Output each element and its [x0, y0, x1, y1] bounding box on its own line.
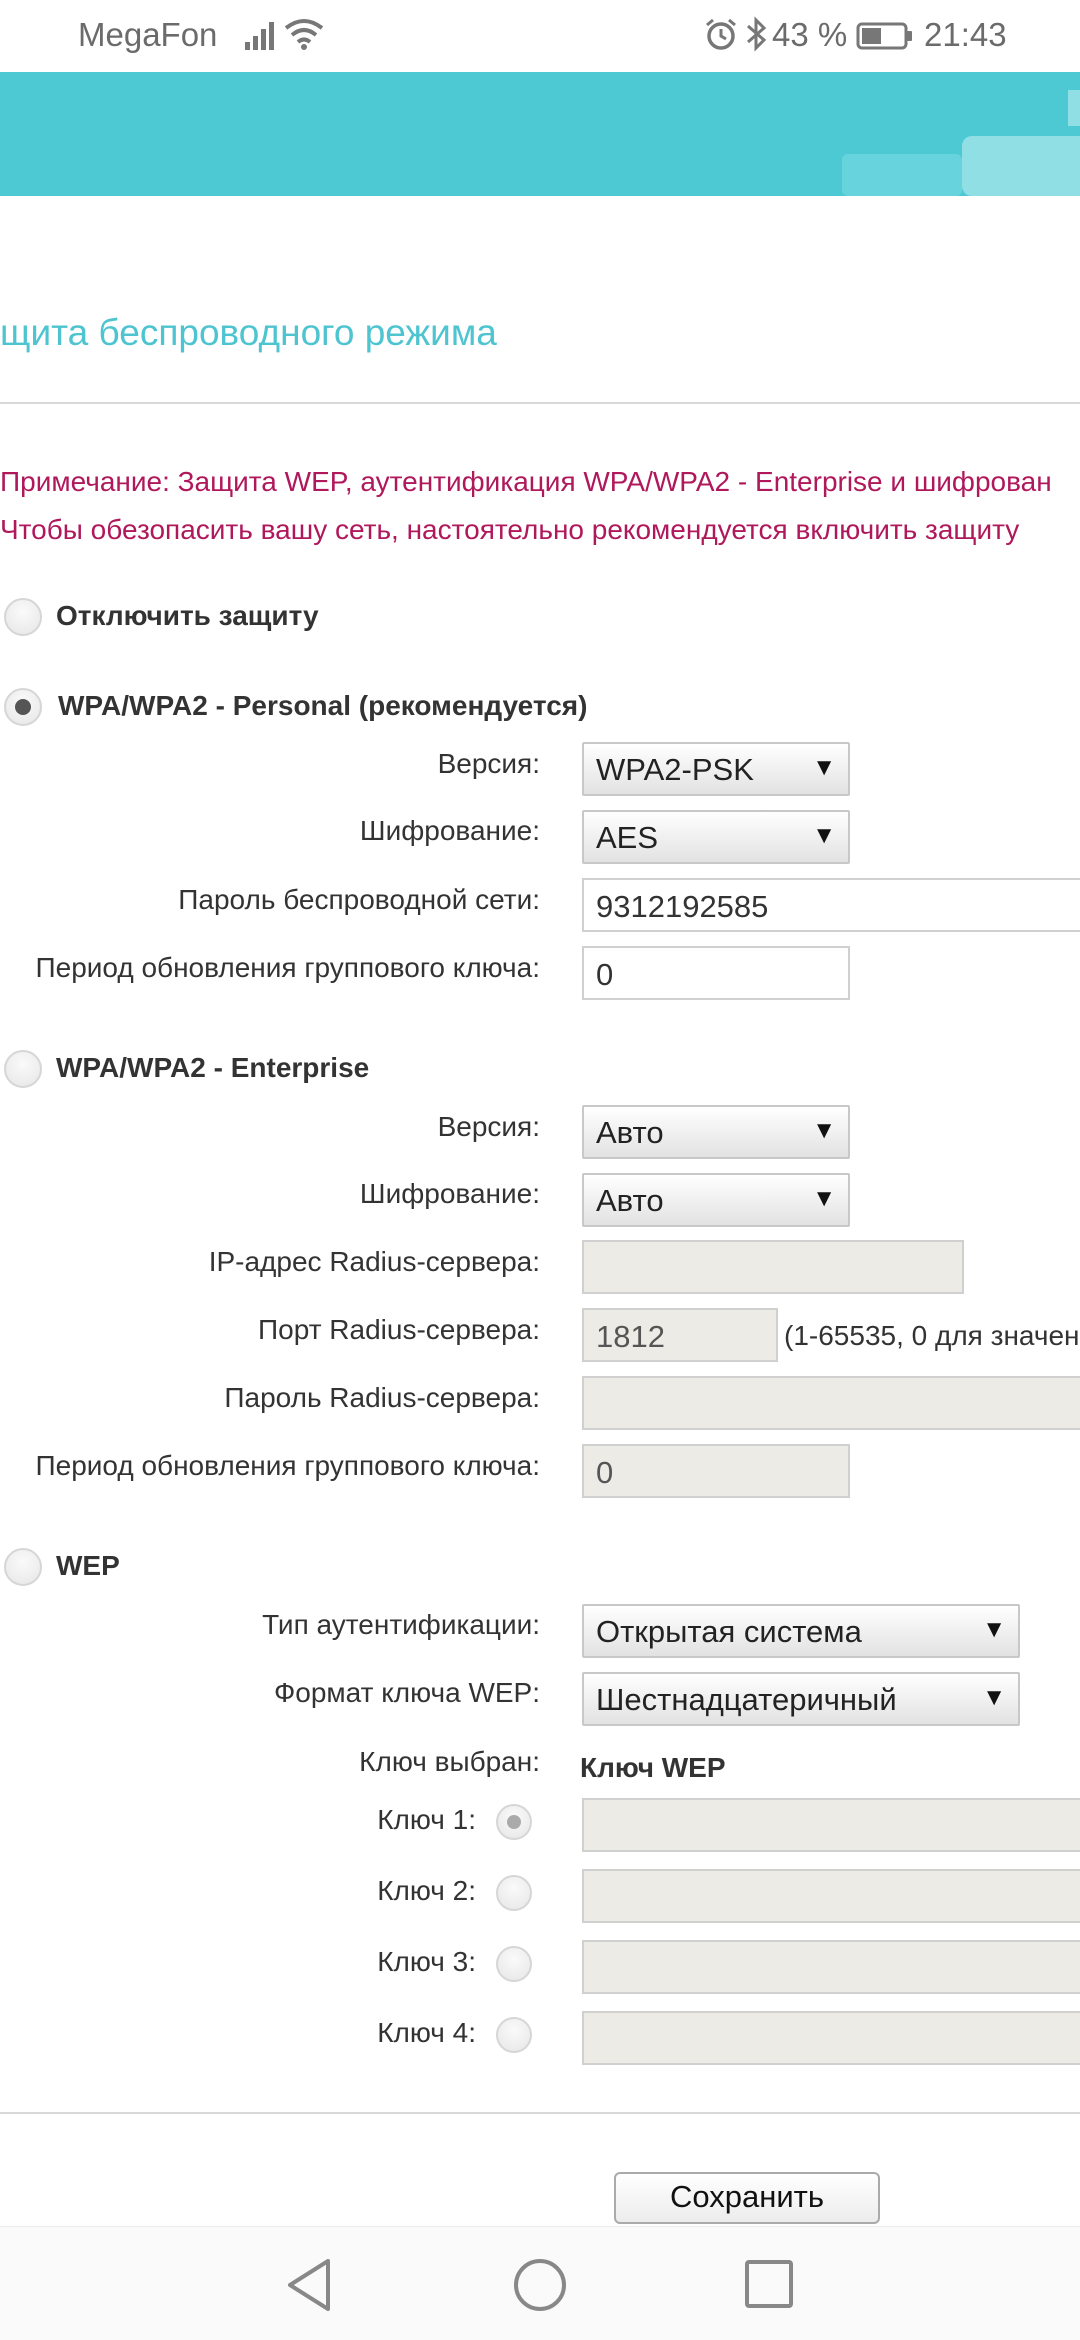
label-key-format: Формат ключа WEP: — [273, 1677, 540, 1708]
wep-key-2-input[interactable] — [582, 1869, 1080, 1923]
label-wep-key-1: Ключ 1: — [377, 1804, 476, 1835]
select-value: WPA2-PSK — [596, 752, 754, 787]
select-value: Открытая система — [596, 1614, 862, 1649]
select-value: Авто — [596, 1115, 664, 1150]
radio-wep-key-4[interactable] — [496, 2017, 532, 2053]
option-label-enterprise: WPA/WPA2 - Enterprise — [56, 1052, 370, 1083]
banner-decoration — [1068, 90, 1080, 126]
dropdown-arrow-icon: ▼ — [812, 822, 836, 849]
label-personal-group-key: Период обновления группового ключа: — [35, 952, 541, 983]
banner-decoration — [842, 154, 962, 196]
status-bar: MegaFon 43 % 21:43 — [0, 0, 1080, 72]
header-banner — [0, 72, 1080, 196]
radius-password-input[interactable] — [582, 1376, 1080, 1430]
option-label-disable: Отключить защиту — [56, 600, 319, 631]
dropdown-arrow-icon: ▼ — [812, 754, 836, 781]
label-enterprise-encryption: Шифрование: — [359, 1178, 540, 1209]
wep-key-3-input[interactable] — [582, 1940, 1080, 1994]
label-wep-key-4: Ключ 4: — [377, 2017, 476, 2048]
divider — [0, 2112, 1080, 2114]
back-icon[interactable] — [284, 2257, 334, 2318]
dropdown-arrow-icon: ▼ — [982, 1684, 1006, 1711]
battery-icon — [856, 22, 914, 55]
wep-key-1-input[interactable] — [582, 1798, 1080, 1852]
enterprise-encryption-select[interactable]: Авто ▼ — [582, 1173, 850, 1227]
recent-apps-icon[interactable] — [744, 2259, 794, 2314]
bluetooth-icon — [744, 16, 768, 57]
carrier-name: MegaFon — [78, 16, 218, 53]
save-button[interactable]: Сохранить — [614, 2172, 880, 2224]
wep-key-4-input[interactable] — [582, 2011, 1080, 2065]
signal-icon — [244, 20, 278, 55]
label-personal-version: Версия: — [437, 748, 540, 779]
radio-wep[interactable] — [4, 1548, 42, 1586]
radio-wpa-personal[interactable] — [4, 688, 42, 726]
wep-auth-type-select[interactable]: Открытая система ▼ — [582, 1604, 1020, 1658]
radio-wep-key-1[interactable] — [496, 1804, 532, 1840]
banner-decoration — [962, 136, 1080, 196]
personal-version-select[interactable]: WPA2-PSK ▼ — [582, 742, 850, 796]
divider — [0, 402, 1080, 404]
personal-group-key-input[interactable]: 0 — [582, 946, 850, 1000]
label-wep-key-2: Ключ 2: — [377, 1875, 476, 1906]
label-wep-key-3: Ключ 3: — [377, 1946, 476, 1977]
label-personal-encryption: Шифрование: — [359, 815, 540, 846]
option-label-personal: WPA/WPA2 - Personal (рекомендуется) — [58, 690, 588, 721]
page-title: щита беспроводного режима — [0, 312, 497, 353]
note-text: Примечание: Защита WEP, аутентификация W… — [0, 466, 1052, 497]
radius-port-hint: (1-65535, 0 для значен — [784, 1320, 1080, 1351]
radio-wep-key-2[interactable] — [496, 1875, 532, 1911]
label-radius-port: Порт Radius-сервера: — [258, 1314, 540, 1345]
dropdown-arrow-icon: ▼ — [812, 1185, 836, 1212]
wep-key-format-select[interactable]: Шестнадцатеричный ▼ — [582, 1672, 1020, 1726]
radius-ip-input[interactable] — [582, 1240, 964, 1294]
label-enterprise-group-key: Период обновления группового ключа: — [35, 1450, 541, 1481]
label-radius-ip: IP-адрес Radius-сервера: — [208, 1246, 540, 1277]
radio-wep-key-3[interactable] — [496, 1946, 532, 1982]
clock: 21:43 — [924, 16, 1007, 53]
enterprise-group-key-input[interactable]: 0 — [582, 1444, 850, 1498]
radio-disable-security[interactable] — [4, 598, 42, 636]
radius-port-input[interactable]: 1812 — [582, 1308, 778, 1362]
battery-percent: 43 % — [772, 16, 848, 53]
note-text: Чтобы обезопасить вашу сеть, настоятельн… — [0, 514, 1020, 545]
wifi-icon — [284, 18, 324, 55]
select-value: Шестнадцатеричный — [596, 1682, 897, 1717]
radio-wpa-enterprise[interactable] — [4, 1050, 42, 1088]
enterprise-version-select[interactable]: Авто ▼ — [582, 1105, 850, 1159]
label-wireless-password: Пароль беспроводной сети: — [178, 884, 540, 915]
dropdown-arrow-icon: ▼ — [982, 1616, 1006, 1643]
select-value: Авто — [596, 1183, 664, 1218]
label-auth-type: Тип аутентификации: — [262, 1609, 540, 1640]
label-radius-password: Пароль Radius-сервера: — [224, 1382, 540, 1413]
select-value: AES — [596, 820, 659, 855]
key-selected-value: Ключ WEP — [580, 1752, 726, 1783]
home-icon[interactable] — [512, 2257, 568, 2318]
dropdown-arrow-icon: ▼ — [812, 1117, 836, 1144]
alarm-icon — [704, 18, 738, 57]
wireless-password-input[interactable]: 9312192585 — [582, 878, 1080, 932]
option-label-wep: WEP — [56, 1550, 120, 1581]
label-key-selected: Ключ выбран: — [359, 1746, 540, 1777]
navigation-bar — [0, 2226, 1080, 2340]
label-enterprise-version: Версия: — [437, 1111, 540, 1142]
personal-encryption-select[interactable]: AES ▼ — [582, 810, 850, 864]
